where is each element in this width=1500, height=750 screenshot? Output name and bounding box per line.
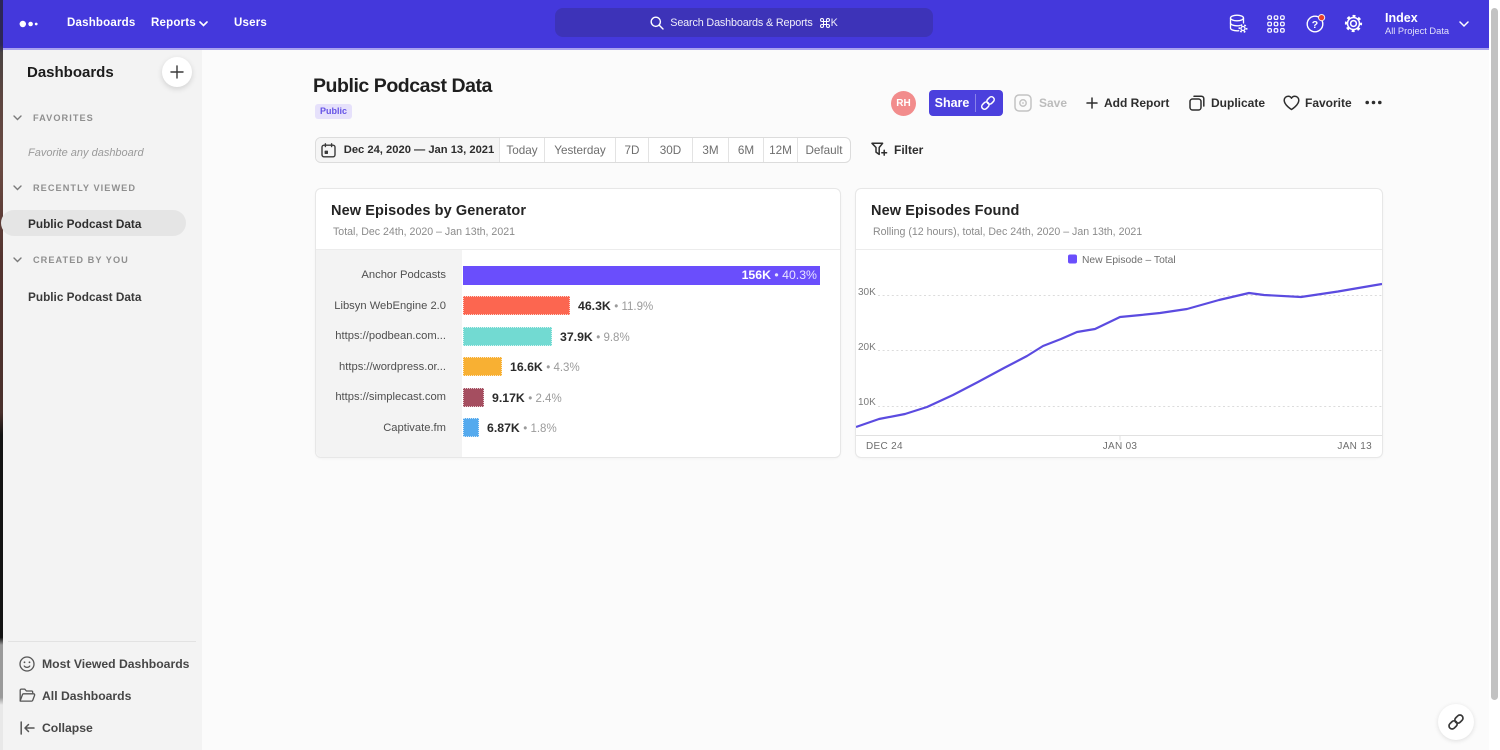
svg-text:?: ? [1312,19,1318,31]
svg-text:JAN 13: JAN 13 [1337,441,1372,452]
svg-text:30K: 30K [858,287,876,298]
svg-text:JAN 03: JAN 03 [1103,441,1138,452]
svg-text:New Episode – Total: New Episode – Total [1082,255,1176,266]
svg-text:DEC 24: DEC 24 [866,441,903,452]
svg-text:10K: 10K [858,397,876,408]
svg-text:20K: 20K [858,342,876,353]
